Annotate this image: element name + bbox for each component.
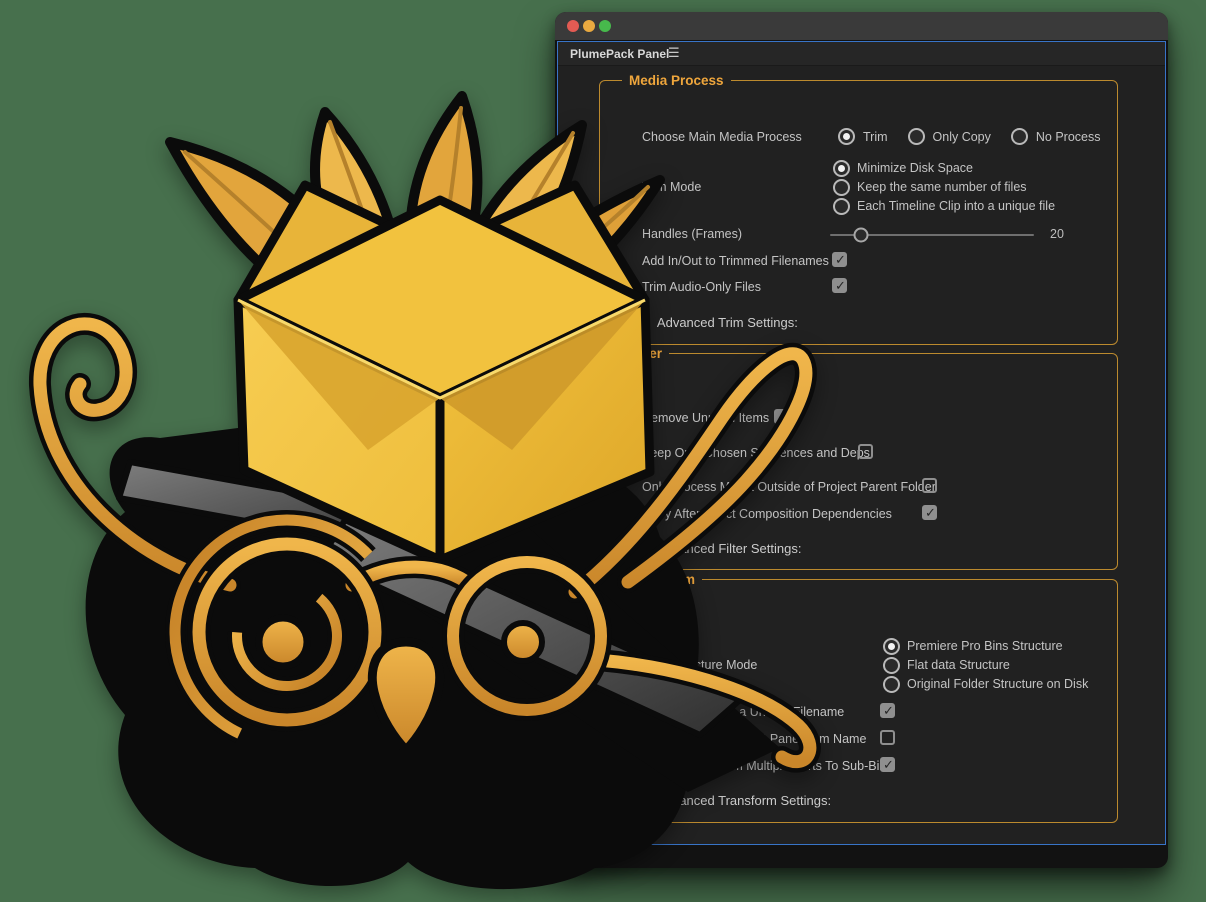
copy-ae-dependencies-label: Copy After Effect Composition Dependenci… [642,507,892,521]
advanced-transform-settings-label[interactable]: Advanced Transform Settings: [657,793,831,808]
radio-same-number-files[interactable] [833,179,850,196]
handles-slider[interactable] [830,234,1034,236]
tab-bar: PlumePack Panel ☰ [558,42,1165,66]
radio-unique-file-per-clip-label[interactable]: Each Timeline Clip into a unique file [857,199,1055,213]
titlebar[interactable] [555,12,1168,40]
left-eye-pupil [259,618,307,666]
section-media-process: Media Process Choose Main Media Process … [599,73,1118,345]
handles-frames-label: Handles (Frames) [642,227,742,241]
checkbox-add-inout-filenames[interactable] [832,252,847,267]
radio-trim[interactable] [838,128,855,145]
box-front-flap-left [238,300,440,450]
only-outside-parent-label: Only Process Media Outside of Project Pa… [642,480,936,494]
box-back-flap-left [238,185,420,300]
remove-unused-items-label: Remove Unused Items [642,411,769,425]
advanced-transform-settings[interactable]: ▶ Advanced Transform Settings: [643,793,831,808]
tab-plumepack-panel[interactable]: PlumePack Panel [570,47,669,61]
radio-only-copy[interactable] [908,128,925,145]
advanced-filter-settings[interactable]: ▶ Advanced Filter Settings: [643,541,801,556]
radio-flat-data-structure-label[interactable]: Flat data Structure [907,658,1010,672]
radio-no-process[interactable] [1011,128,1028,145]
handles-slider-thumb[interactable] [853,228,868,243]
advanced-trim-settings-label[interactable]: Advanced Trim Settings: [657,315,798,330]
radio-minimize-disk-space-label[interactable]: Minimize Disk Space [857,161,973,175]
disclosure-triangle-icon[interactable]: ▶ [643,544,650,554]
add-inout-filenames-label: Add In/Out to Trimmed Filenames [642,254,829,268]
checkbox-use-panel-item-name[interactable] [880,730,895,745]
section-filter: Filter Remove Unused Items Keep Only Cho… [599,346,1118,570]
checkbox-move-multi-parts[interactable] [880,757,895,772]
left-eye-ring [199,544,375,720]
glasses-bridge [352,567,472,586]
use-panel-item-name-label: Filename : use Project Panel Item Name [642,732,866,746]
radio-flat-data-structure[interactable] [883,657,900,674]
keep-chosen-sequences-label: Keep Only Chosen Sequences and Deps [642,446,870,460]
radio-unique-file-per-clip[interactable] [833,198,850,215]
disclosure-triangle-icon[interactable]: ▶ [643,796,650,806]
checkbox-only-outside-parent[interactable] [922,478,937,493]
right-eye-pupil [504,623,542,661]
section-transform: Transform Data Structure Mode Premiere P… [599,572,1118,823]
panel-content: PlumePack Panel ☰ Media Process Choose M… [557,41,1166,845]
box-face-left [238,300,440,560]
left-eye-inner-arc [217,566,358,707]
checkbox-trim-audio-only[interactable] [832,278,847,293]
data-structure-mode-label: Data Structure Mode [642,658,757,672]
advanced-trim-settings[interactable]: ▶ Advanced Trim Settings: [643,315,798,330]
checkbox-keep-chosen-sequences[interactable] [858,444,873,459]
choose-main-media-process-label: Choose Main Media Process [642,130,802,144]
owl-beak [372,642,439,750]
close-button[interactable] [567,20,579,32]
checkbox-remove-unused-items[interactable] [774,409,789,424]
disclosure-triangle-icon[interactable]: ▶ [643,318,650,328]
radio-trim-label[interactable]: Trim [863,130,888,144]
trim-audio-only-label: Trim Audio-Only Files [642,280,761,294]
plumepack-window: PlumePack Panel ☰ Media Process Choose M… [555,12,1168,868]
radio-minimize-disk-space[interactable] [833,160,850,177]
radio-no-process-label[interactable]: No Process [1036,130,1101,144]
minimize-button[interactable] [583,20,595,32]
section-title: Filter [622,346,669,361]
left-swirl [40,324,230,585]
main-process-radio-group: Trim Only Copy No Process [838,128,1113,145]
owl-eyes [138,483,601,781]
unique-filename-label: Give each Media a Unique Filename [642,705,844,719]
radio-premiere-bins-structure-label[interactable]: Premiere Pro Bins Structure [907,639,1063,653]
desktop: { "colors": { "background_green": "#4770… [0,0,1206,902]
zoom-button[interactable] [599,20,611,32]
section-title: Media Process [622,73,731,88]
checkbox-copy-ae-dependencies[interactable] [922,505,937,520]
radio-same-number-files-label[interactable]: Keep the same number of files [857,180,1027,194]
checkbox-unique-filename[interactable] [880,703,895,718]
radio-original-folder-structure[interactable] [883,676,900,693]
move-multi-parts-label: Move Project Item Multiple Parts To Sub-… [642,759,886,773]
radio-only-copy-label[interactable]: Only Copy [933,130,991,144]
handles-value: 20 [1050,227,1064,241]
hamburger-icon[interactable]: ☰ [668,45,680,61]
trim-mode-label: Trim Mode [642,180,701,194]
radio-premiere-bins-structure[interactable] [883,638,900,655]
advanced-filter-settings-label[interactable]: Advanced Filter Settings: [657,541,802,556]
left-eye-outer-arc [138,483,436,781]
radio-original-folder-structure-label[interactable]: Original Folder Structure on Disk [907,677,1088,691]
section-title: Transform [622,572,702,587]
